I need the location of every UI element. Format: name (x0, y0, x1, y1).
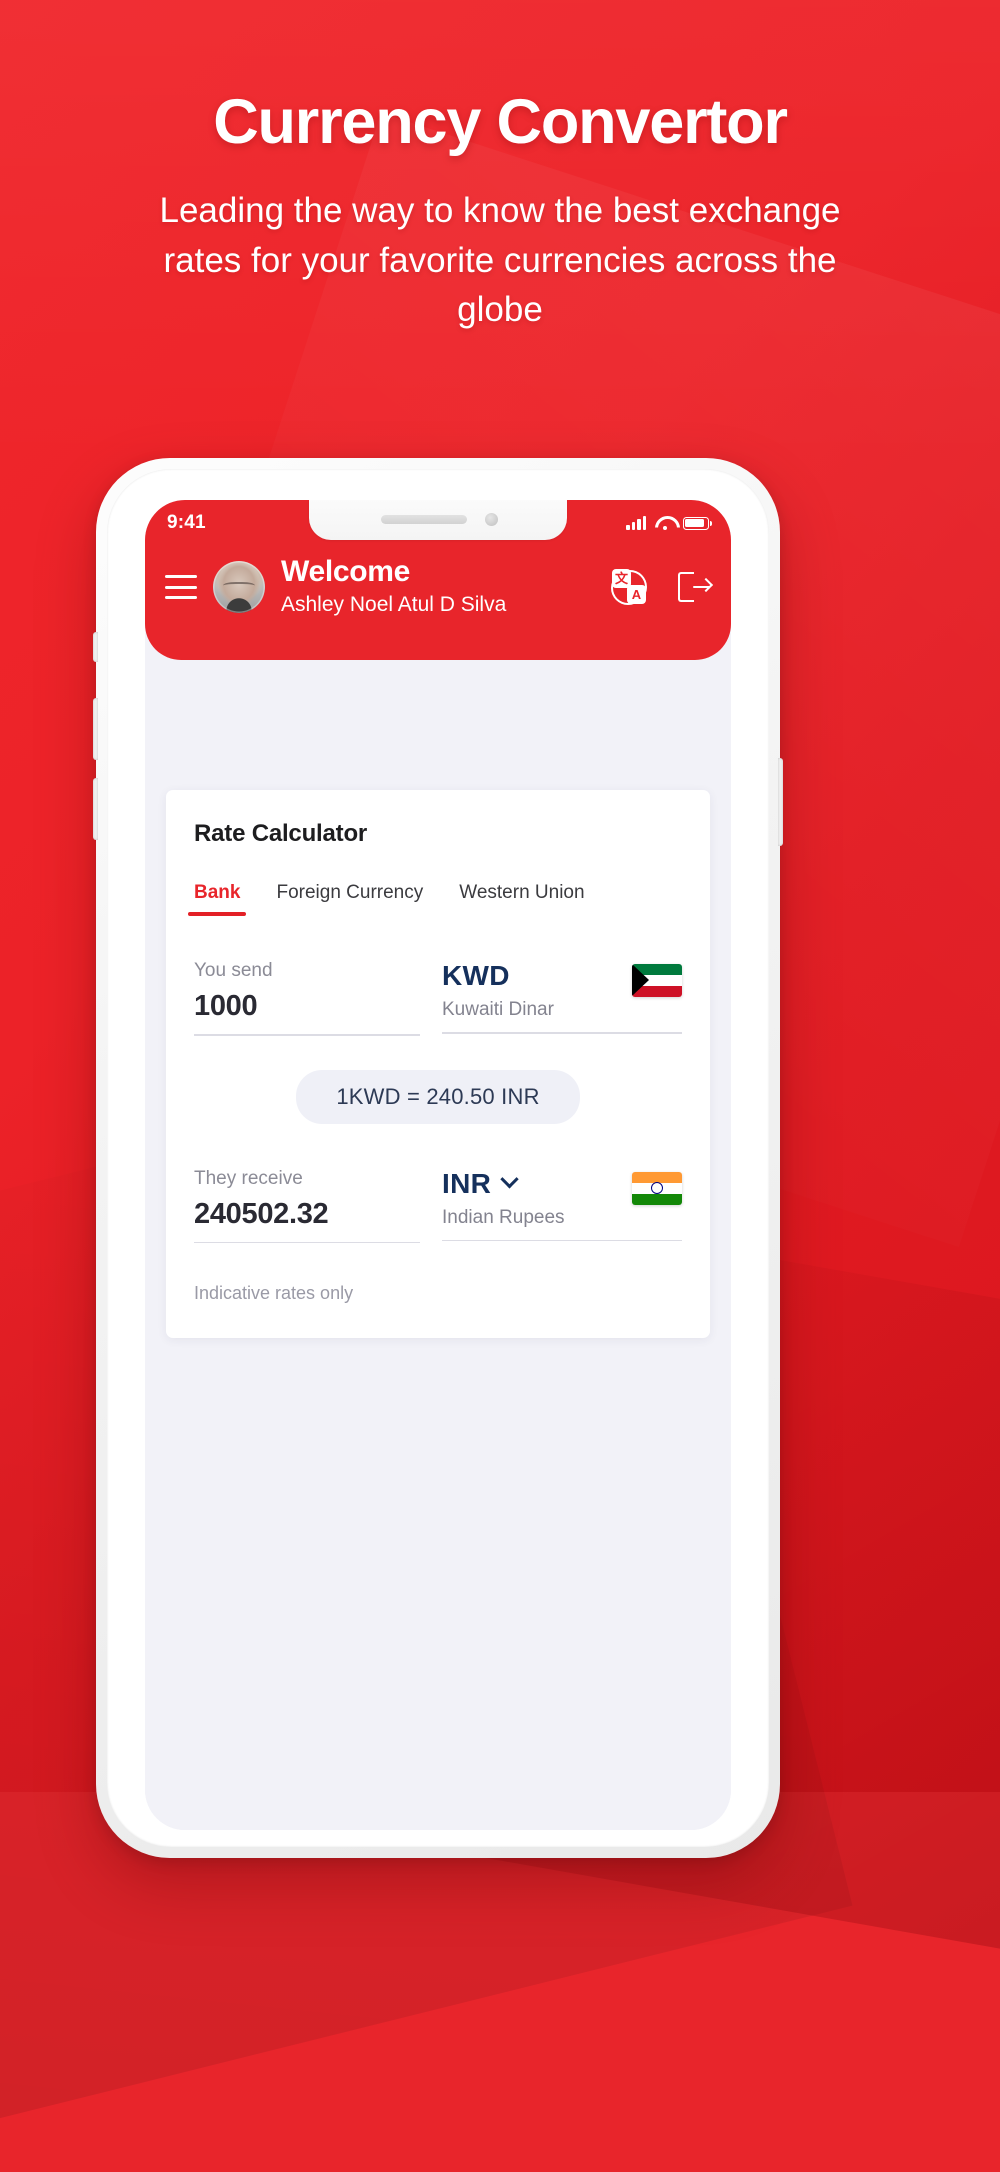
chevron-down-icon[interactable] (500, 1170, 519, 1189)
phone-notch (309, 500, 567, 540)
receive-amount-field[interactable]: They receive 240502.32 (194, 1167, 420, 1243)
phone-power-button[interactable] (778, 758, 783, 846)
earpiece-speaker-icon (381, 515, 467, 524)
wifi-icon (655, 516, 674, 530)
tab-foreign-currency[interactable]: Foreign Currency (276, 882, 423, 916)
send-amount-input[interactable]: 1000 (194, 990, 420, 1023)
front-camera-icon (485, 513, 498, 526)
receive-label: They receive (194, 1167, 303, 1189)
app-header-row: Welcome Ashley Noel Atul D Silva 文 A (145, 552, 731, 622)
page-subtitle: Leading the way to know the best exchang… (159, 191, 841, 330)
receive-amount-underline (194, 1241, 420, 1243)
send-row: You send 1000 KWD Kuwaiti Dinar (194, 960, 682, 1036)
tab-bank[interactable]: Bank (187, 882, 248, 916)
phone-volume-up-button[interactable] (93, 698, 98, 760)
receive-row: They receive 240502.32 INR Indian Rupees (194, 1167, 682, 1244)
battery-icon (683, 516, 712, 530)
send-currency-field[interactable]: KWD Kuwaiti Dinar (442, 960, 682, 1036)
card-title: Rate Calculator (194, 820, 368, 847)
send-label: You send (194, 960, 273, 981)
india-flag-icon (632, 1171, 682, 1205)
hero-section: Currency Convertor Leading the way to kn… (0, 0, 1000, 335)
welcome-greeting: Welcome (281, 554, 411, 588)
page-title: Currency Convertor (213, 87, 788, 157)
rate-calculator-card: Rate Calculator Bank Foreign Currency We… (166, 790, 710, 1338)
logout-icon[interactable] (677, 570, 714, 604)
phone-mute-switch[interactable] (93, 632, 98, 662)
avatar[interactable] (213, 561, 265, 613)
phone-bezel: 9:41 Welcome Ashley Noel Atul D Silva 文 … (107, 469, 769, 1847)
receive-currency-code[interactable]: INR (442, 1168, 565, 1200)
send-currency-underline (442, 1032, 682, 1034)
kuwait-flag-icon (632, 964, 682, 997)
translate-language-icon[interactable]: 文 A (611, 569, 647, 605)
send-amount-underline (194, 1034, 420, 1036)
status-bar-time: 9:41 (167, 512, 206, 533)
hamburger-menu-icon[interactable] (165, 575, 197, 599)
receive-currency-name: Indian Rupees (442, 1206, 565, 1228)
send-amount-field[interactable]: You send 1000 (194, 960, 420, 1036)
phone-screen: 9:41 Welcome Ashley Noel Atul D Silva 文 … (145, 500, 731, 1830)
receive-amount-value[interactable]: 240502.32 (194, 1198, 420, 1231)
phone-mockup: 9:41 Welcome Ashley Noel Atul D Silva 文 … (93, 458, 783, 1858)
receive-currency-line: INR Indian Rupees (442, 1168, 682, 1229)
calculator-tabs: Bank Foreign Currency Western Union (187, 882, 682, 916)
receive-currency-underline (442, 1239, 682, 1241)
rate-pill-wrapper: 1KWD = 240.50 INR (194, 1069, 682, 1124)
tab-western-union[interactable]: Western Union (459, 882, 584, 916)
exchange-rate-badge: 1KWD = 240.50 INR (296, 1069, 580, 1124)
receive-currency-field[interactable]: INR Indian Rupees (442, 1168, 682, 1244)
indicative-rates-note: Indicative rates only (194, 1283, 354, 1303)
translate-tile-target: A (627, 585, 646, 604)
header-action-icons: 文 A (611, 569, 714, 605)
status-bar-indicators (626, 516, 712, 530)
send-currency-name: Kuwaiti Dinar (442, 999, 554, 1020)
send-currency-line: KWD Kuwaiti Dinar (442, 960, 682, 1021)
receive-currency-code-text: INR (442, 1167, 492, 1199)
welcome-user-name: Ashley Noel Atul D Silva (281, 593, 507, 617)
phone-volume-down-button[interactable] (93, 778, 98, 840)
cellular-signal-icon (626, 516, 646, 530)
welcome-block: Welcome Ashley Noel Atul D Silva (281, 556, 603, 619)
send-currency-code[interactable]: KWD (442, 960, 554, 992)
